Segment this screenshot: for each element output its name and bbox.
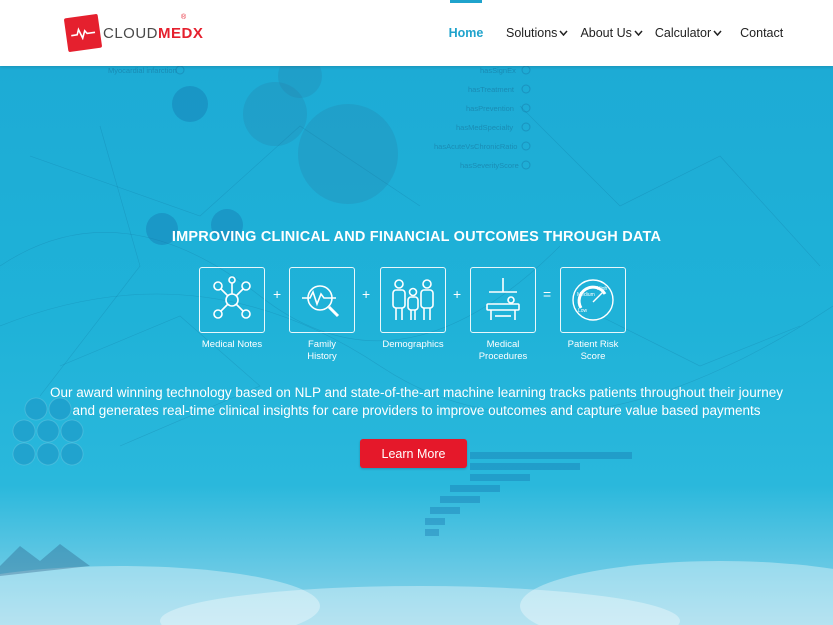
chevron-down-icon xyxy=(559,30,569,36)
nav-contact-label: Contact xyxy=(740,26,784,40)
nav-calculator[interactable]: Calculator xyxy=(649,0,728,66)
learn-more-button[interactable]: Learn More xyxy=(360,439,467,468)
bg-label: hasSeverityScore xyxy=(460,161,519,170)
bg-label: Myocardial infarction xyxy=(108,66,177,75)
gauge-low-label: Low xyxy=(578,308,588,314)
nav-home-label: Home xyxy=(448,26,484,40)
chevron-down-icon xyxy=(634,30,643,36)
brand-name: CLOUDMEDX xyxy=(103,24,204,42)
caption-patient-risk-score: Patient Risk Score xyxy=(567,339,619,362)
nav-solutions-label: Solutions xyxy=(506,26,558,40)
network-nodes-icon xyxy=(213,276,251,319)
gauge-high-label: High xyxy=(597,286,608,292)
nav-calculator-label: Calculator xyxy=(654,26,712,40)
logo-mark-icon xyxy=(63,13,103,53)
registered-mark: ® xyxy=(181,14,187,21)
people-group-icon xyxy=(392,279,434,320)
nav-home[interactable]: Home xyxy=(438,0,494,66)
gauge-medium-label: Medium xyxy=(577,292,595,298)
main-nav: Home Solutions About Us Calculator Conta… xyxy=(438,0,789,66)
equals-operator: = xyxy=(543,286,552,302)
caption-family-history: Family History xyxy=(307,339,337,362)
plus-operator: + xyxy=(273,286,282,302)
formula-family-history xyxy=(289,267,355,333)
nav-contact[interactable]: Contact xyxy=(734,0,789,66)
bg-label: hasSignEx xyxy=(480,66,516,75)
formula-medical-procedures xyxy=(470,267,536,333)
chevron-down-icon xyxy=(713,30,722,36)
caption-medical-procedures: Medical Procedures xyxy=(478,339,528,362)
bg-label: hasAcuteVsChronicRatio xyxy=(434,142,517,151)
plus-operator: + xyxy=(453,286,462,302)
bg-label: hasMedSpecialty xyxy=(456,123,513,132)
hero-headline: IMPROVING CLINICAL AND FINANCIAL OUTCOME… xyxy=(171,229,662,245)
caption-demographics: Demographics xyxy=(382,339,444,350)
magnifier-heartbeat-icon xyxy=(302,285,340,318)
nav-about-us[interactable]: About Us xyxy=(574,0,648,66)
plus-operator: + xyxy=(362,286,371,302)
caption-medical-notes: Medical Notes xyxy=(201,339,263,350)
hero-description: Our award winning technology based on NL… xyxy=(50,385,783,418)
formula-demographics xyxy=(380,267,446,333)
nav-solutions[interactable]: Solutions xyxy=(500,0,574,66)
brand-logo[interactable]: CLOUDMEDX ® xyxy=(63,13,226,53)
formula-patient-risk-score: High Medium Low xyxy=(560,267,626,333)
site-header: CLOUDMEDX ® Home Solutions About Us Calc… xyxy=(0,0,833,66)
formula-medical-notes xyxy=(199,267,265,333)
hero-section: Myocardial infarction hasSignEx hasTreat… xyxy=(0,66,833,625)
risk-gauge-icon: High Medium Low xyxy=(572,279,614,321)
bg-label: hasTreatment xyxy=(468,85,515,94)
nav-about-us-label: About Us xyxy=(580,26,632,40)
bg-label: hasPrevention xyxy=(466,104,514,113)
medical-procedure-icon xyxy=(486,278,520,320)
